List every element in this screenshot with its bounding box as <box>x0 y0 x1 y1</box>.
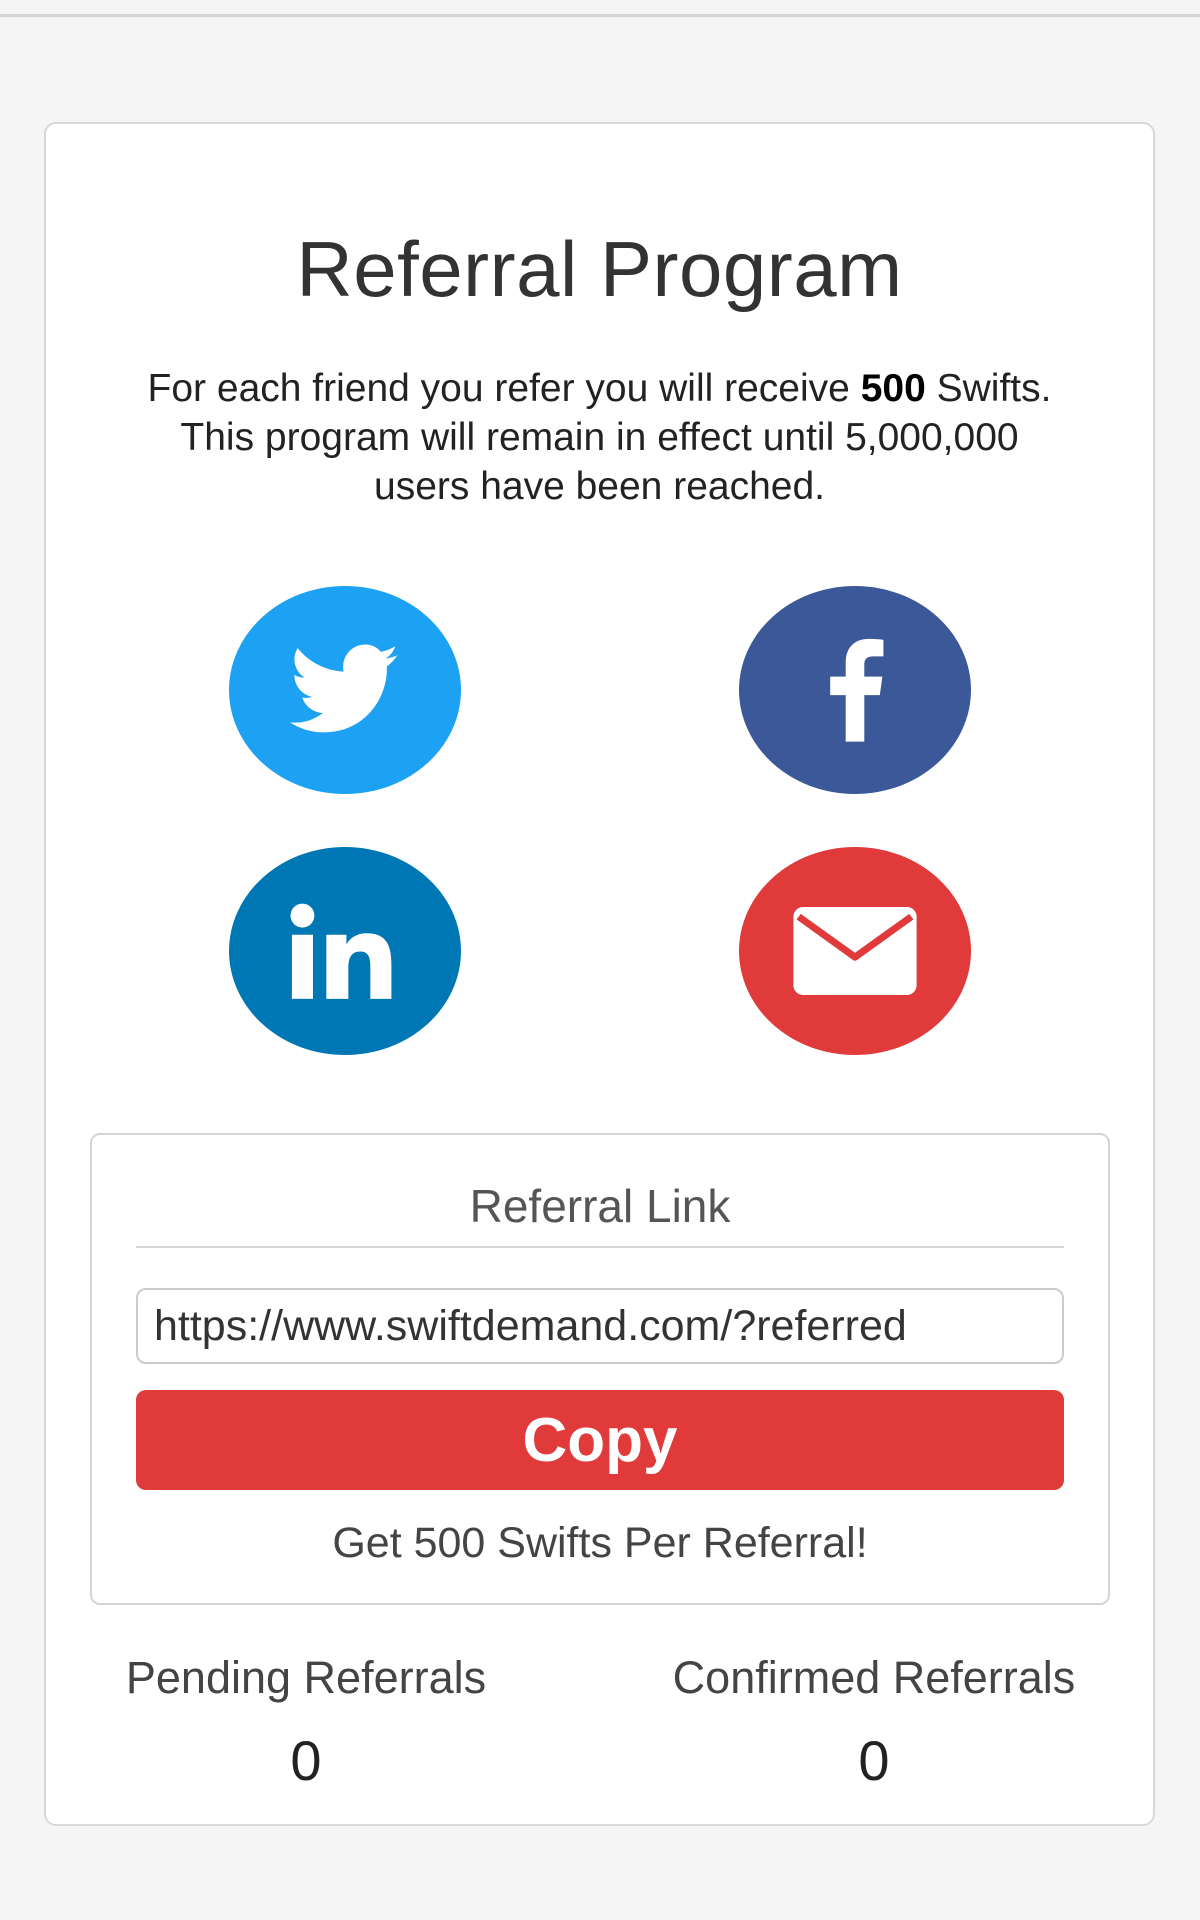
referral-card: Referral Program For each friend you ref… <box>44 122 1155 1826</box>
reward-amount: 500 <box>860 367 926 410</box>
share-linkedin-button[interactable] <box>229 847 461 1055</box>
referral-link-input[interactable] <box>136 1288 1064 1364</box>
description-prefix: For each friend you refer you will recei… <box>147 367 861 410</box>
mail-icon <box>793 907 917 995</box>
confirmed-referrals-count: 0 <box>858 1729 890 1792</box>
page-title: Referral Program <box>296 225 903 313</box>
linkedin-icon <box>290 903 392 999</box>
confirmed-referrals-label: Confirmed Referrals <box>672 1652 1076 1703</box>
top-divider <box>0 14 1200 17</box>
referral-link-title: Referral Link <box>469 1180 731 1232</box>
pending-referrals-stat: Pending Referrals 0 <box>66 1652 546 1793</box>
program-description: For each friend you refer you will recei… <box>146 364 1053 511</box>
referral-link-divider <box>136 1246 1064 1248</box>
copy-button[interactable]: Copy <box>136 1390 1064 1490</box>
share-facebook-button[interactable] <box>739 586 971 794</box>
facebook-icon <box>830 638 884 742</box>
referral-link-panel: Referral Link Copy Get 500 Swifts Per Re… <box>90 1133 1110 1605</box>
share-email-button[interactable] <box>739 847 971 1055</box>
per-referral-text: Get 500 Swifts Per Referral! <box>332 1519 868 1567</box>
pending-referrals-count: 0 <box>290 1729 322 1792</box>
share-twitter-button[interactable] <box>229 586 461 794</box>
twitter-icon <box>289 644 399 733</box>
confirmed-referrals-stat: Confirmed Referrals 0 <box>634 1652 1114 1793</box>
pending-referrals-label: Pending Referrals <box>125 1652 487 1703</box>
